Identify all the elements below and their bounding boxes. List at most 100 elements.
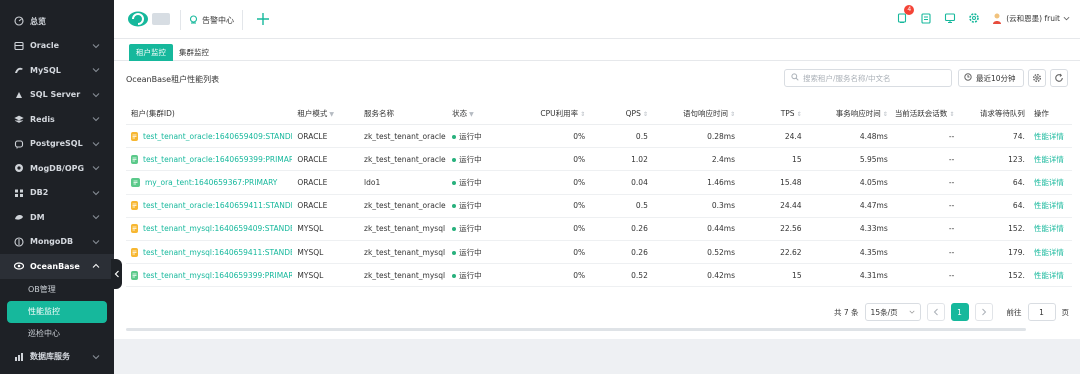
sidebar-item-redis[interactable]: Redis xyxy=(0,107,114,132)
sidebar-subitem-inspection[interactable]: 巡检中心 xyxy=(0,323,114,345)
tenant-link[interactable]: test_tenant_mysql:1640659399:PRIMARY xyxy=(131,270,292,280)
sort-icon[interactable]: ⇕ xyxy=(580,111,585,118)
cell-action[interactable]: 性能详情 xyxy=(1029,177,1072,188)
cell-stmt-rt: 0.3ms xyxy=(711,201,735,211)
notification-bell-icon[interactable]: 4 xyxy=(895,5,915,25)
cell-action[interactable]: 性能详情 xyxy=(1029,131,1072,142)
tab-alert-center[interactable]: 告警中心 xyxy=(180,10,243,30)
sidebar-item-db2[interactable]: DB2 xyxy=(0,181,114,206)
sort-icon[interactable]: ⇕ xyxy=(949,111,954,118)
perf-detail-link[interactable]: 性能详情 xyxy=(1034,271,1064,280)
cell-cpu: 0% xyxy=(573,270,586,280)
cell-action[interactable]: 性能详情 xyxy=(1029,200,1072,211)
sidebar-item-mongodb[interactable]: MongoDB xyxy=(0,230,114,255)
goto-page-input[interactable]: 1 xyxy=(1027,303,1056,321)
sidebar-item-oceanbase[interactable]: OceanBase xyxy=(0,254,114,279)
cell-trx-rt: 4.33ms xyxy=(859,224,888,234)
tenant-link[interactable]: test_tenant_mysql:1640659411:STANDBY xyxy=(131,247,292,257)
chevron-right-icon xyxy=(981,308,986,316)
search-placeholder: 搜索租户/服务名称/中文名 xyxy=(803,73,891,83)
sidebar-item-postgresql[interactable]: PostgreSQL xyxy=(0,132,114,157)
chevron-down-icon xyxy=(92,92,100,97)
sidebar-collapse-button[interactable] xyxy=(111,259,122,289)
cell-tenant[interactable]: test_tenant_mysql:1640659411:STANDBY xyxy=(126,247,292,257)
refresh-button[interactable] xyxy=(1050,69,1068,87)
page-suffix: 页 xyxy=(1061,307,1070,317)
page-size-select[interactable]: 15条/页 xyxy=(864,303,921,321)
tenant-link[interactable]: test_tenant_oracle:1640659411:STANDBY xyxy=(131,201,292,211)
column-settings-button[interactable] xyxy=(1028,69,1046,87)
clipboard-icon[interactable] xyxy=(919,11,933,25)
cell-mode: ORACLE xyxy=(297,177,328,187)
prev-page-button[interactable] xyxy=(926,303,945,321)
col-header-stmt-rt[interactable]: 语句响应时间 ⇕ xyxy=(652,108,739,119)
add-tab-plus-icon[interactable] xyxy=(254,10,272,28)
col-header-tps[interactable]: TPS ⇕ xyxy=(739,109,806,118)
sidebar-item-mysql[interactable]: MySQL xyxy=(0,58,114,83)
cell-tenant[interactable]: test_tenant_oracle:1640659411:STANDBY xyxy=(126,201,292,211)
cell-queue: 152. xyxy=(1008,224,1025,234)
horizontal-scrollbar[interactable] xyxy=(126,328,1026,331)
col-header-sessions[interactable]: 当前活跃会话数 ⇕ xyxy=(892,108,959,119)
cell-trx-rt: 4.31ms xyxy=(859,270,888,280)
tab-cluster-monitor[interactable]: 集群监控 xyxy=(172,44,216,61)
dm-icon xyxy=(14,212,24,222)
sidebar-item-db-service[interactable]: 数据库服务 xyxy=(0,345,114,370)
col-header-trx-rt[interactable]: 事务响应时间 ⇕ xyxy=(806,108,892,119)
header-label: 操作 xyxy=(1033,109,1049,118)
cell-tenant[interactable]: test_tenant_oracle:1640659399:PRIMARY xyxy=(126,154,292,164)
filter-icon[interactable]: ▼ xyxy=(329,111,334,118)
cell-qps: 0.04 xyxy=(631,177,648,187)
perf-detail-link[interactable]: 性能详情 xyxy=(1034,201,1064,210)
mogdb-icon xyxy=(14,163,24,173)
col-header-status[interactable]: 状态 ▼ xyxy=(447,108,516,119)
perf-detail-link[interactable]: 性能详情 xyxy=(1034,178,1064,187)
app-root: 总览 Oracle MySQL SQL Server Redis PostgreSQL Mo… xyxy=(0,0,1080,374)
sidebar-item-dm[interactable]: DM xyxy=(0,205,114,230)
cell-action[interactable]: 性能详情 xyxy=(1029,154,1072,165)
page-number-button[interactable]: 1 xyxy=(950,303,969,321)
cell-action[interactable]: 性能详情 xyxy=(1029,247,1072,258)
cell-tenant[interactable]: my_ora_tent:1640659367:PRIMARY xyxy=(126,177,292,187)
perf-detail-link[interactable]: 性能详情 xyxy=(1034,248,1064,257)
cell-tenant[interactable]: test_tenant_mysql:1640659399:PRIMARY xyxy=(126,270,292,280)
user-menu[interactable]: (云和恩墨) fruit xyxy=(991,12,1070,24)
cell-queue: 64. xyxy=(1012,177,1025,187)
chevron-down-icon xyxy=(92,166,100,171)
search-input[interactable]: 搜索租户/服务名称/中文名 xyxy=(784,69,952,87)
time-range-picker[interactable]: 最近10分钟 xyxy=(958,69,1024,87)
cell-action[interactable]: 性能详情 xyxy=(1029,223,1072,234)
status-badge: 运行中 xyxy=(452,248,482,257)
perf-detail-link[interactable]: 性能详情 xyxy=(1034,224,1064,233)
tenant-link[interactable]: test_tenant_oracle:1640659399:PRIMARY xyxy=(131,154,292,164)
sort-icon[interactable]: ⇕ xyxy=(643,111,648,118)
tenant-link[interactable]: test_tenant_oracle:1640659409:STANDBY xyxy=(131,131,292,141)
col-header-qps[interactable]: QPS ⇕ xyxy=(589,109,652,118)
perf-detail-link[interactable]: 性能详情 xyxy=(1034,155,1064,164)
monitor-icon[interactable] xyxy=(943,11,957,25)
settings-gear-icon[interactable] xyxy=(967,11,981,25)
sort-icon[interactable]: ⇕ xyxy=(883,111,888,118)
tab-tenant-monitor[interactable]: 租户监控 xyxy=(129,44,173,61)
sidebar-item-mogdb-opg[interactable]: MogDB/OPG xyxy=(0,156,114,181)
tenant-link[interactable]: test_tenant_mysql:1640659409:STANDBY xyxy=(131,224,292,234)
sidebar-item-overview[interactable]: 总览 xyxy=(0,9,114,34)
cell-status: 运行中 xyxy=(447,131,516,142)
col-header-cpu[interactable]: CPU利用率 ⇕ xyxy=(516,108,589,119)
sidebar-item-sql-server[interactable]: SQL Server xyxy=(0,83,114,108)
sort-icon[interactable]: ⇕ xyxy=(730,111,735,118)
perf-detail-link[interactable]: 性能详情 xyxy=(1034,132,1064,141)
cell-tps: 15 xyxy=(792,270,802,280)
cell-tenant[interactable]: test_tenant_oracle:1640659409:STANDBY xyxy=(126,131,292,141)
sort-icon[interactable]: ⇕ xyxy=(797,111,802,118)
table-header: 租户(集群ID) 租户模式 ▼ 服务名称 状态 ▼ CPU利用率 ⇕ QPS ⇕ 语句响… xyxy=(126,103,1072,125)
col-header-mode[interactable]: 租户模式 ▼ xyxy=(292,108,359,119)
next-page-button[interactable] xyxy=(974,303,993,321)
sidebar-subitem-perf-monitor[interactable]: 性能监控 xyxy=(7,300,107,323)
cell-action[interactable]: 性能详情 xyxy=(1029,270,1072,281)
sidebar-item-oracle[interactable]: Oracle xyxy=(0,34,114,59)
cell-tenant[interactable]: test_tenant_mysql:1640659409:STANDBY xyxy=(126,224,292,234)
filter-icon[interactable]: ▼ xyxy=(469,111,474,118)
sidebar-subitem-ob-manage[interactable]: OB管理 xyxy=(0,279,114,301)
tenant-link[interactable]: my_ora_tent:1640659367:PRIMARY xyxy=(131,177,292,187)
